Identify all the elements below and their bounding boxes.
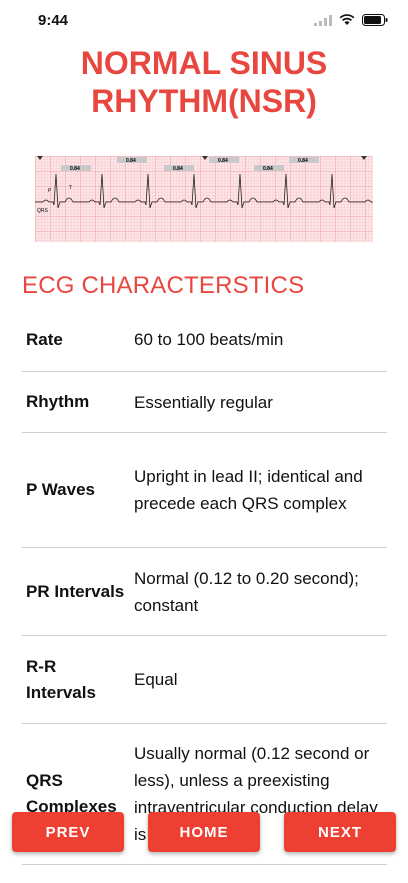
row-value: Normal (0.12 to 0.20 second); constant (134, 568, 359, 615)
row-value: 60 to 100 beats/min (134, 330, 284, 349)
interval-label: 0.84 (173, 166, 183, 172)
status-bar: 9:44 (0, 0, 408, 40)
row-label: Rhythm (26, 392, 90, 411)
characteristics-table: Rate 60 to 100 beats/min Rhythm Essentia… (22, 308, 387, 865)
row-value: Essentially regular (134, 392, 273, 412)
interval-label: 0.84 (70, 166, 80, 172)
bottom-nav: PREV HOME NEXT (0, 812, 408, 852)
row-value: Upright in lead II; identical and preced… (134, 467, 363, 513)
battery-icon (362, 14, 388, 26)
home-button[interactable]: HOME (148, 812, 260, 852)
table-row-rr-intervals: R-R Intervals Equal (22, 636, 387, 724)
row-label: R-R Intervals (26, 656, 96, 702)
ecg-strip-image: 0.84 0.84 0.84 0.84 0.84 0.84 P T QRS (35, 156, 373, 242)
table-row-pr-intervals: PR Intervals Normal (0.12 to 0.20 second… (22, 548, 387, 636)
table-row-p-waves: P Waves Upright in lead II; identical an… (22, 433, 387, 548)
title-line-2: RHYTHM(NSR) (91, 83, 317, 119)
status-icons (314, 14, 388, 26)
section-title: ECG CHARACTERSTICS (22, 272, 305, 299)
table-row-rhythm: Rhythm Essentially regular (22, 372, 387, 433)
row-label: Rate (26, 329, 63, 349)
row-value: Equal (134, 670, 178, 689)
next-button[interactable]: NEXT (284, 812, 396, 852)
status-time: 9:44 (38, 12, 69, 29)
table-row-rate: Rate 60 to 100 beats/min (22, 308, 387, 372)
interval-label: 0.84 (263, 166, 273, 172)
page-title: NORMAL SINUS RHYTHM(NSR) (0, 44, 408, 120)
interval-label: 0.84 (298, 158, 308, 164)
wave-label-t: T (69, 185, 72, 191)
interval-label: 0.84 (218, 158, 228, 164)
wave-label-qrs: QRS (37, 208, 49, 214)
row-label: PR Intervals (26, 581, 125, 601)
title-line-1: NORMAL SINUS (80, 45, 328, 81)
interval-label: 0.84 (126, 158, 136, 164)
wifi-icon (339, 14, 355, 25)
prev-button[interactable]: PREV (12, 812, 124, 852)
signal-icon (314, 14, 332, 26)
row-label: P Waves (26, 480, 95, 499)
